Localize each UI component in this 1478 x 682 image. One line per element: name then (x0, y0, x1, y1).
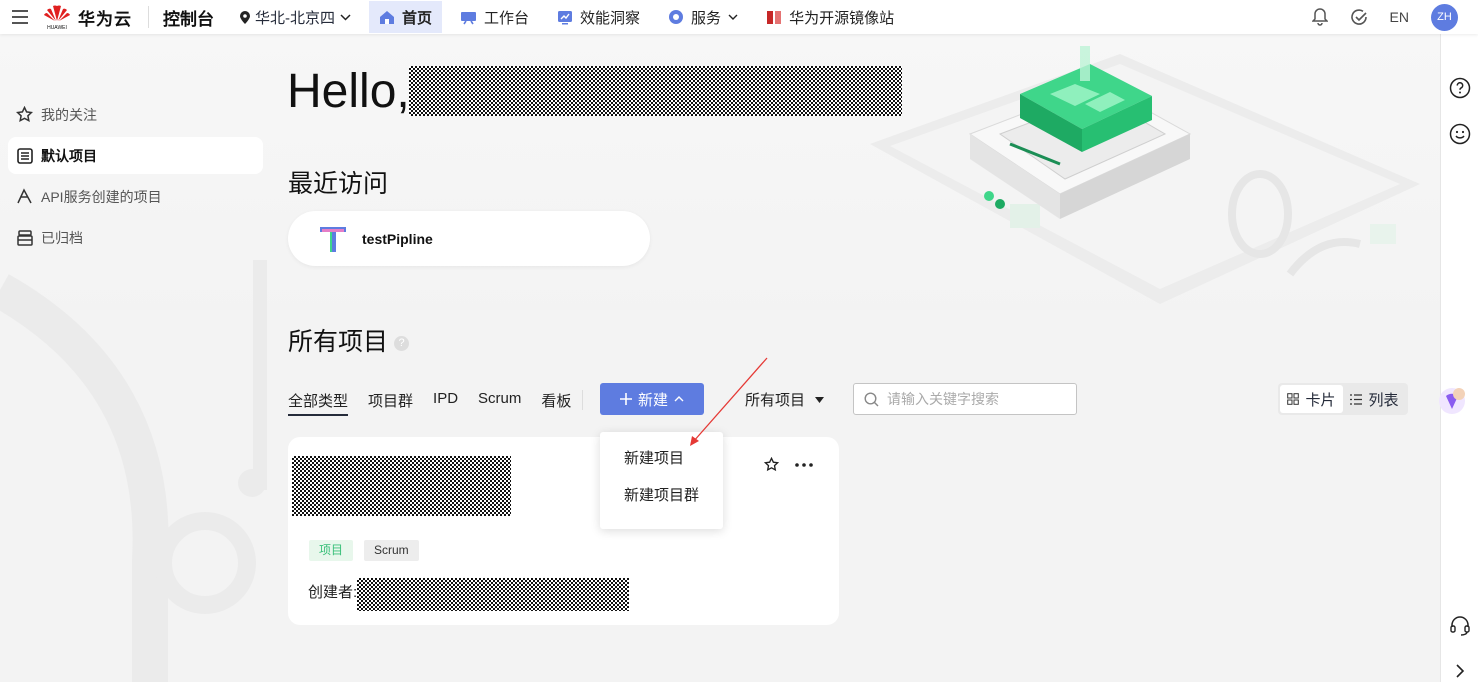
chevron-up-icon (674, 396, 684, 402)
user-avatar[interactable]: ZH (1431, 3, 1458, 31)
nav-workbench[interactable]: 工作台 (450, 1, 539, 33)
location-pin-icon (240, 10, 250, 24)
creator-label: 创建者: (308, 584, 358, 601)
search-box (853, 383, 1077, 415)
nav-insight[interactable]: 效能洞察 (547, 1, 650, 33)
recent-project-card[interactable]: testPipline (288, 211, 650, 266)
tab-all-types[interactable]: 全部类型 (288, 388, 349, 416)
right-tool-rail (1437, 34, 1478, 682)
project-scope-filter[interactable]: 所有项目 (745, 389, 825, 410)
search-input[interactable] (887, 391, 1067, 407)
list-view-icon (1350, 393, 1363, 405)
archive-icon (16, 229, 33, 246)
project-sidebar: 我的关注 默认项目 API服务创建的项目 已归档 (8, 96, 263, 260)
smile-feedback-icon[interactable] (1449, 123, 1471, 145)
api-icon (16, 188, 33, 205)
huawei-logo-icon: HUAWEI (44, 5, 70, 31)
redacted-username (409, 66, 902, 116)
redacted-creator-name (357, 578, 629, 611)
nav-insight-label: 效能洞察 (580, 9, 641, 27)
more-icon[interactable] (795, 462, 813, 467)
star-icon[interactable] (764, 457, 779, 472)
tab-scrum[interactable]: Scrum (478, 388, 521, 416)
sidebar-item-archived[interactable]: 已归档 (8, 219, 263, 256)
chevron-down-icon (728, 14, 738, 20)
menu-item-new-project[interactable]: 新建项目 (600, 448, 723, 485)
project-card-actions (764, 457, 813, 472)
project-logo-icon (320, 226, 346, 252)
sidebar-item-favorites[interactable]: 我的关注 (8, 96, 263, 133)
insight-icon (558, 10, 573, 24)
new-button[interactable]: 新建 (600, 383, 704, 415)
greeting-text: Hello, (287, 65, 410, 118)
mirror-site-icon (767, 10, 782, 24)
home-icon (380, 10, 394, 24)
nav-workbench-label: 工作台 (484, 9, 530, 27)
sidebar-item-api-projects[interactable]: API服务创建的项目 (8, 178, 263, 215)
all-projects-title: 所有项目? (288, 322, 410, 358)
project-type-tag: 项目 (309, 540, 354, 561)
check-circle-icon[interactable] (1350, 8, 1368, 26)
brand-name: 华为云 (78, 9, 132, 29)
help-circle-icon[interactable] (1449, 77, 1471, 99)
nav-home-label: 首页 (402, 9, 433, 27)
search-icon (864, 391, 879, 406)
nav-services-label: 服务 (691, 9, 722, 27)
sidebar-item-label: 默认项目 (41, 147, 97, 164)
caret-down-icon (815, 396, 825, 403)
language-switch[interactable]: EN (1390, 9, 1409, 25)
chevron-down-icon (340, 13, 351, 21)
view-list-label: 列表 (1368, 391, 1399, 409)
sidebar-item-label: 我的关注 (41, 106, 97, 123)
chevron-right-icon[interactable] (1449, 660, 1471, 682)
nav-services[interactable]: 服务 (658, 1, 748, 33)
assistant-avatar-icon[interactable] (1437, 386, 1467, 416)
tab-project-group[interactable]: 项目群 (368, 388, 413, 416)
sidebar-item-label: 已归档 (41, 229, 83, 246)
divider (582, 390, 583, 410)
project-method-tag: Scrum (364, 540, 419, 561)
huawei-cloud-logo[interactable]: HUAWEI 华为云 (40, 0, 132, 34)
divider (148, 6, 149, 28)
star-icon (16, 106, 33, 123)
top-right-tools: EN ZH (1311, 0, 1458, 34)
tab-ipd[interactable]: IPD (433, 388, 458, 416)
svg-text:HUAWEI: HUAWEI (47, 25, 67, 31)
view-toggle: 卡片 列表 (1278, 383, 1408, 415)
recent-visits-title: 最近访问 (288, 170, 389, 198)
grid-icon (1287, 393, 1300, 405)
menu-icon[interactable] (0, 0, 40, 34)
new-button-label: 新建 (637, 391, 668, 409)
sidebar-item-default-project[interactable]: 默认项目 (8, 137, 263, 174)
region-label: 华北-北京四 (255, 9, 335, 27)
region-selector[interactable]: 华北-北京四 (240, 7, 351, 28)
nav-home[interactable]: 首页 (369, 1, 443, 33)
console-link[interactable]: 控制台 (163, 5, 214, 30)
project-card[interactable]: 项目 Scrum 创建者: (288, 437, 839, 625)
project-type-tabs: 全部类型 项目群 IPD Scrum 看板 (288, 388, 571, 416)
recent-project-name: testPipline (362, 230, 433, 247)
top-navigation-bar: HUAWEI 华为云 控制台 华北-北京四 首页 工作台 效能洞察 服务 华为开… (0, 0, 1478, 34)
filter-label: 所有项目 (745, 392, 806, 409)
new-dropdown-menu: 新建项目 新建项目群 (600, 432, 723, 529)
tab-kanban[interactable]: 看板 (541, 388, 571, 416)
redacted-project-name (292, 456, 511, 516)
view-list-option[interactable]: 列表 (1343, 385, 1406, 413)
plus-icon (619, 393, 632, 405)
view-card-label: 卡片 (1305, 391, 1336, 409)
list-icon (16, 147, 33, 164)
sidebar-item-label: API服务创建的项目 (41, 188, 162, 205)
help-icon[interactable]: ? (394, 335, 410, 351)
nav-mirror-label: 华为开源镜像站 (789, 9, 895, 27)
hero-illustration (870, 46, 1420, 304)
nav-mirror[interactable]: 华为开源镜像站 (756, 1, 904, 33)
background-decoration (0, 260, 267, 682)
menu-item-new-project-group[interactable]: 新建项目群 (600, 485, 723, 522)
services-icon (669, 10, 684, 24)
bell-icon[interactable] (1311, 8, 1328, 26)
headset-support-icon[interactable] (1449, 614, 1471, 636)
workbench-icon (461, 11, 477, 24)
all-projects-title-text: 所有项目 (288, 328, 389, 356)
view-card-option[interactable]: 卡片 (1280, 385, 1343, 413)
